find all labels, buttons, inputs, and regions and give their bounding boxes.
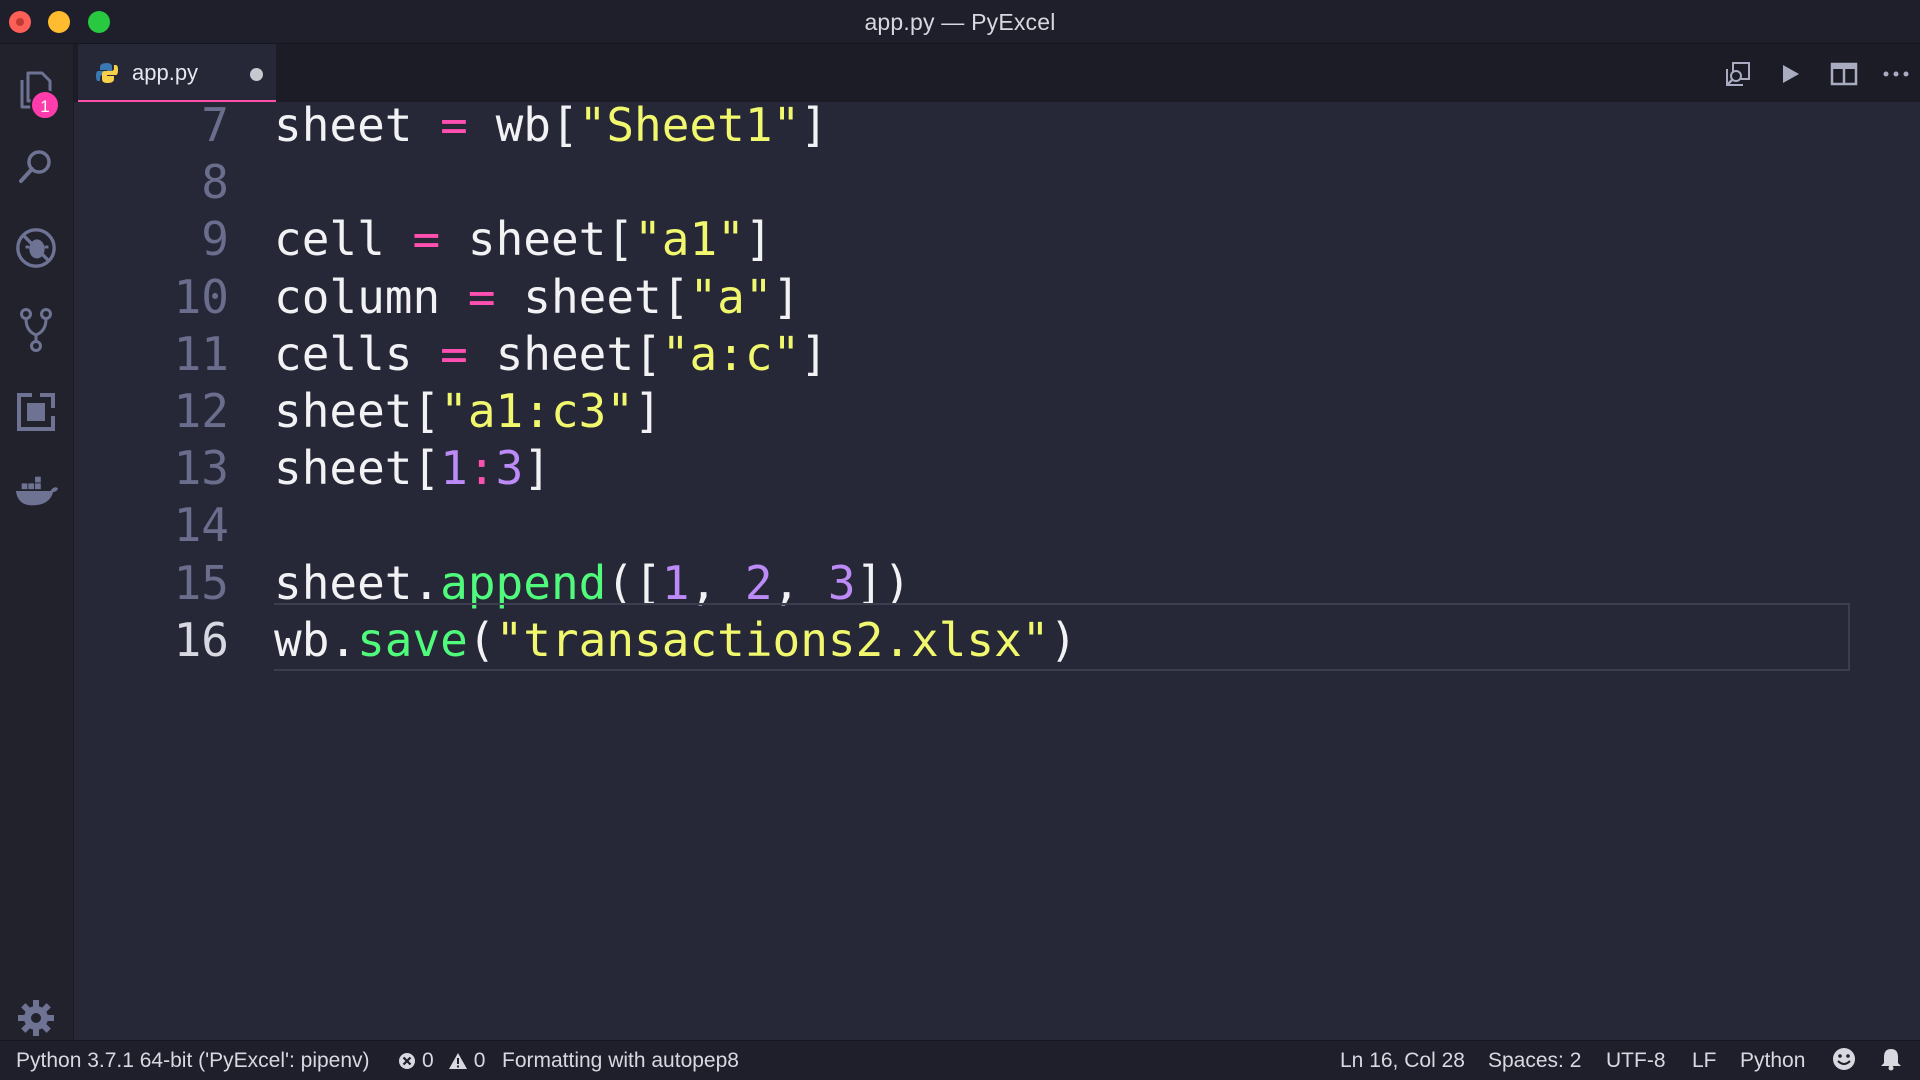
status-message: Formatting with autopep8 bbox=[502, 1049, 739, 1072]
code-token: cell bbox=[274, 212, 413, 267]
cursor-position[interactable]: Ln 16, Col 28 bbox=[1340, 1049, 1465, 1073]
warning-icon bbox=[448, 1053, 467, 1069]
code-token: ]) bbox=[855, 555, 912, 610]
code-token: ] bbox=[772, 269, 801, 324]
code-token: ( bbox=[467, 612, 496, 667]
tab-label: app.py bbox=[132, 60, 199, 85]
code-token: ([ bbox=[606, 555, 662, 610]
code-line[interactable]: 16 wb.save("transactions2.xlsx") bbox=[74, 602, 1854, 675]
code-token: "transactions2.xlsx" bbox=[495, 612, 1050, 667]
code-token: sheet[ bbox=[495, 269, 690, 324]
code-token: "a1" bbox=[634, 212, 745, 267]
code-token: wb. bbox=[274, 612, 358, 667]
unsaved-indicator-icon[interactable] bbox=[250, 68, 263, 81]
code-token: sheet[ bbox=[467, 326, 662, 381]
code-token: = bbox=[440, 326, 468, 381]
code-token: ] bbox=[523, 441, 551, 496]
code-token: ] bbox=[800, 326, 828, 381]
more-actions-icon[interactable] bbox=[1880, 58, 1912, 90]
code-token: , bbox=[772, 555, 828, 610]
error-icon bbox=[399, 1053, 415, 1069]
code-token: = bbox=[467, 269, 496, 324]
settings-gear-icon[interactable] bbox=[14, 996, 58, 1040]
code-token: = bbox=[440, 98, 468, 152]
code-editor[interactable]: 7 sheet = wb["Sheet1"] 8 9 cell = sheet["a1"… bbox=[74, 98, 1920, 1040]
search-icon[interactable] bbox=[14, 144, 58, 188]
source-control-icon[interactable] bbox=[14, 308, 58, 352]
code-token: 1 bbox=[661, 555, 690, 610]
code-token: append bbox=[440, 555, 607, 610]
indentation[interactable]: Spaces: 2 bbox=[1488, 1049, 1581, 1073]
code-token: sheet bbox=[274, 98, 441, 152]
no-bug-icon[interactable] bbox=[14, 226, 58, 270]
line-number: 16 bbox=[173, 612, 229, 667]
code-token: column bbox=[274, 269, 468, 324]
code-token: "Sheet1" bbox=[578, 98, 801, 152]
code-token: "a:c" bbox=[661, 326, 801, 381]
notifications-bell-icon[interactable] bbox=[1880, 1047, 1902, 1077]
error-count: 0 bbox=[422, 1049, 434, 1072]
code-token: cells bbox=[274, 326, 441, 381]
window-title: app.py — PyExcel bbox=[864, 9, 1056, 35]
python-file-icon bbox=[96, 62, 118, 89]
language-mode[interactable]: Python bbox=[1740, 1049, 1805, 1073]
status-bar: Python 3.7.1 64-bit ('PyExcel': pipenv) … bbox=[0, 1040, 1920, 1080]
code-token: 2 bbox=[744, 555, 773, 610]
run-file-icon[interactable] bbox=[1774, 58, 1806, 90]
code-token: sheet[ bbox=[274, 441, 441, 496]
explorer-badge: 1 bbox=[30, 90, 60, 120]
code-token: sheet. bbox=[274, 555, 441, 610]
split-editor-icon[interactable] bbox=[1828, 58, 1860, 90]
extensions-icon[interactable] bbox=[14, 390, 58, 434]
code-token: : bbox=[467, 441, 496, 496]
code-token: wb[ bbox=[467, 98, 579, 152]
code-token: ] bbox=[800, 98, 828, 152]
line-ending[interactable]: LF bbox=[1692, 1049, 1717, 1073]
code-text: wb.save("transactions2.xlsx") bbox=[274, 605, 1077, 675]
code-token: save bbox=[357, 612, 468, 667]
code-token: ) bbox=[1049, 612, 1078, 667]
activity-bar: 1 bbox=[0, 44, 74, 1040]
code-token: , bbox=[689, 555, 745, 610]
code-token: 3 bbox=[827, 555, 856, 610]
code-token: 3 bbox=[495, 441, 524, 496]
warning-count: 0 bbox=[473, 1049, 486, 1072]
encoding[interactable]: UTF-8 bbox=[1606, 1049, 1666, 1073]
code-token: ] bbox=[634, 384, 662, 438]
python-interpreter[interactable]: Python 3.7.1 64-bit ('PyExcel': pipenv) bbox=[16, 1049, 370, 1073]
code-token: sheet[ bbox=[274, 384, 441, 438]
code-token: "a" bbox=[689, 269, 773, 324]
docker-icon[interactable] bbox=[14, 470, 58, 514]
open-changes-icon[interactable] bbox=[1722, 58, 1754, 90]
problems-indicator[interactable]: 0 0 bbox=[398, 1049, 485, 1073]
code-token: "a1:c3" bbox=[440, 384, 635, 438]
feedback-smiley-icon[interactable] bbox=[1832, 1047, 1856, 1077]
code-token: 1 bbox=[440, 441, 468, 496]
code-token: = bbox=[412, 212, 441, 267]
code-token: sheet[ bbox=[440, 212, 635, 267]
code-token: ] bbox=[744, 212, 773, 267]
title-bar: app.py — PyExcel bbox=[0, 0, 1920, 44]
